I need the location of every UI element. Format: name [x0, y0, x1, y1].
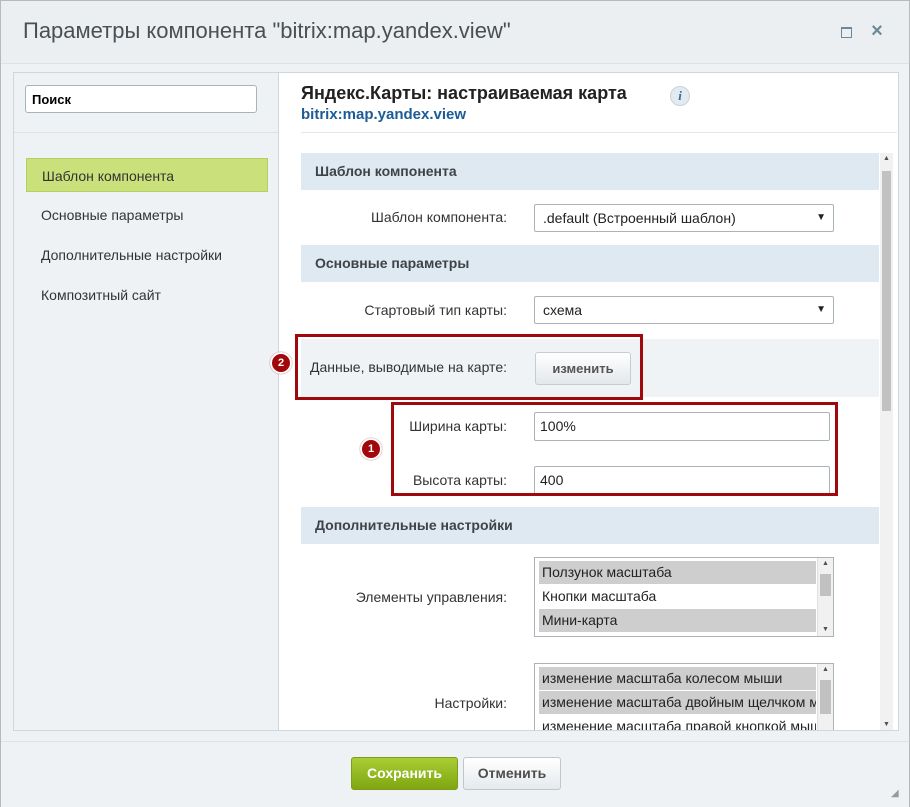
scroll-up-icon[interactable]: ▲: [880, 155, 893, 162]
scroll-thumb[interactable]: [820, 574, 831, 596]
scroll-down-icon[interactable]: ▼: [818, 625, 833, 635]
scroll-down-icon[interactable]: ▼: [880, 721, 893, 728]
chevron-down-icon: ▼: [816, 212, 826, 223]
template-label: Шаблон компонента:: [371, 209, 507, 225]
annotation-badge-1: 1: [360, 438, 382, 460]
highlight-box-1: [391, 402, 838, 496]
scroll-thumb[interactable]: [882, 171, 891, 411]
template-select-value: .default (Встроенный шаблон): [543, 210, 736, 226]
settings-listbox[interactable]: изменение масштаба колесом мыши изменени…: [534, 663, 834, 730]
list-item[interactable]: Ползунок масштаба: [539, 561, 816, 584]
close-icon[interactable]: ×: [867, 21, 887, 41]
controls-listbox[interactable]: Ползунок масштаба Кнопки масштаба Мини-к…: [534, 557, 834, 637]
title-bar[interactable]: Параметры компонента "bitrix:map.yandex.…: [1, 1, 909, 64]
controls-label: Элементы управления:: [355, 589, 507, 605]
list-item[interactable]: Мини-карта: [539, 609, 816, 632]
param-row-map-type: Стартовый тип карты: схема ▼: [301, 290, 879, 330]
window-title: Параметры компонента "bitrix:map.yandex.…: [23, 18, 511, 43]
chevron-down-icon: ▼: [816, 304, 826, 315]
scroll-up-icon[interactable]: ▲: [818, 559, 833, 569]
list-item[interactable]: изменение масштаба правой кнопкой мыши: [539, 715, 816, 730]
cancel-button[interactable]: Отменить: [463, 757, 561, 790]
resize-handle-icon[interactable]: ◢: [891, 788, 905, 802]
scroll-thumb[interactable]: [820, 680, 831, 714]
component-title: Яндекс.Карты: настраиваемая карта: [301, 83, 627, 103]
search-input[interactable]: [25, 85, 257, 113]
list-item[interactable]: изменение масштаба двойным щелчком мыши: [539, 691, 816, 714]
sidebar-item-extra[interactable]: Дополнительные настройки: [26, 238, 268, 272]
sidebar-item-composite[interactable]: Композитный сайт: [26, 278, 268, 312]
map-type-label: Стартовый тип карты:: [364, 302, 507, 318]
info-icon[interactable]: i: [670, 86, 690, 106]
settings-label: Настройки:: [434, 695, 507, 711]
param-row-settings: Настройки: изменение масштаба колесом мы…: [301, 657, 879, 730]
listbox-scrollbar[interactable]: ▲: [817, 664, 833, 730]
template-select[interactable]: .default (Встроенный шаблон) ▼: [534, 204, 834, 232]
list-item[interactable]: Кнопки масштаба: [539, 585, 816, 608]
param-row-template: Шаблон компонента: .default (Встроенный …: [301, 198, 879, 238]
highlight-box-2: [295, 334, 643, 400]
dialog-window: Параметры компонента "bitrix:map.yandex.…: [0, 0, 910, 807]
sidebar-item-template[interactable]: Шаблон компонента: [26, 158, 268, 192]
sidebar-item-basic[interactable]: Основные параметры: [26, 198, 268, 232]
list-item[interactable]: изменение масштаба колесом мыши: [539, 667, 816, 690]
sidebar: Шаблон компонента Основные параметры Доп…: [14, 73, 279, 730]
sidebar-divider: [14, 132, 278, 133]
map-type-select-value: схема: [543, 302, 583, 318]
section-basic-header[interactable]: Основные параметры: [301, 245, 879, 282]
scroll-up-icon[interactable]: ▲: [818, 665, 833, 675]
section-template-header[interactable]: Шаблон компонента: [301, 153, 879, 190]
annotation-badge-2: 2: [270, 352, 292, 374]
component-code: bitrix:map.yandex.view: [301, 106, 467, 123]
listbox-scrollbar[interactable]: ▲ ▼: [817, 558, 833, 636]
map-type-select[interactable]: схема ▼: [534, 296, 834, 324]
save-button[interactable]: Сохранить: [351, 757, 458, 790]
header-divider: [301, 132, 897, 133]
params-scrollbar[interactable]: ▲ ▼: [880, 153, 893, 730]
maximize-icon[interactable]: [836, 21, 856, 41]
param-row-controls: Элементы управления: Ползунок масштаба К…: [301, 551, 879, 641]
dialog-footer: Сохранить Отменить: [1, 741, 909, 807]
section-extra-header[interactable]: Дополнительные настройки: [301, 507, 879, 544]
